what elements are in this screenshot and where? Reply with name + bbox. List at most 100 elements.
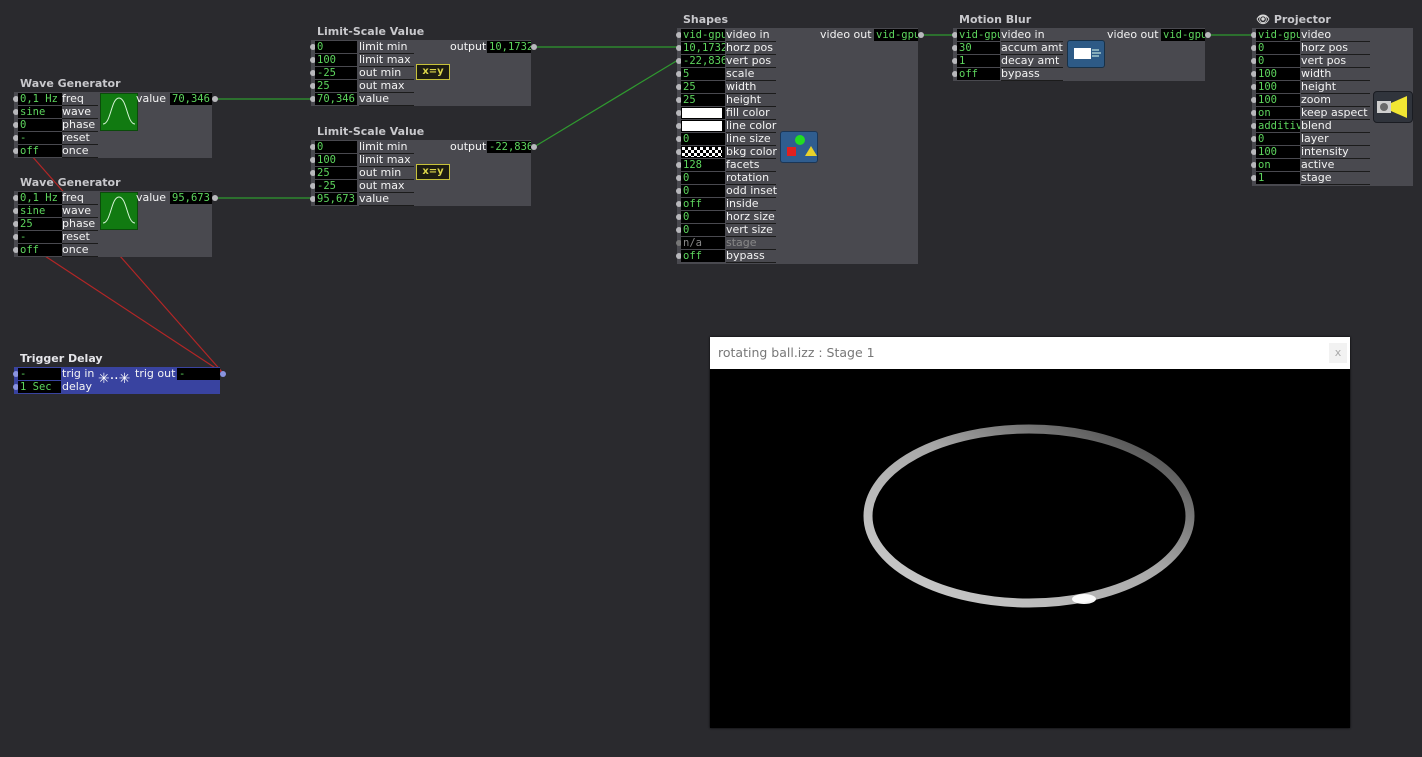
line-color-swatch bbox=[682, 121, 722, 131]
stage-window[interactable]: rotating ball.izz : Stage 1 x bbox=[710, 337, 1350, 728]
stage-value[interactable]: 1 bbox=[1256, 172, 1300, 184]
output-port[interactable] bbox=[212, 195, 218, 201]
stage-titlebar[interactable]: rotating ball.izz : Stage 1 x bbox=[710, 337, 1350, 369]
out-min-value[interactable]: 25 bbox=[315, 167, 357, 179]
actor-title: Wave Generator bbox=[20, 176, 121, 189]
vert-pos-value[interactable]: 0 bbox=[1256, 55, 1300, 67]
inside-value[interactable]: off bbox=[681, 198, 725, 210]
output-port[interactable] bbox=[531, 144, 537, 150]
height-value[interactable]: 25 bbox=[681, 94, 725, 106]
value-label: value bbox=[359, 193, 414, 206]
stage-value[interactable]: n/a bbox=[681, 237, 725, 249]
wire-limit2-to-shapes-vert[interactable] bbox=[533, 59, 679, 148]
layer-value[interactable]: 0 bbox=[1256, 133, 1300, 145]
output-value: 70,346 bbox=[170, 93, 212, 105]
sine-wave-icon bbox=[100, 93, 138, 131]
bkg-color-value[interactable] bbox=[681, 146, 725, 158]
wave-value[interactable]: sine bbox=[18, 106, 62, 118]
active-value[interactable]: on bbox=[1256, 159, 1300, 171]
trig-in-value[interactable]: - bbox=[18, 368, 61, 380]
freq-value[interactable]: 0,1 Hz bbox=[18, 192, 62, 204]
width-value[interactable]: 25 bbox=[681, 81, 725, 93]
projector-actor[interactable]: 👁 Projector vid-gpu video 0 horz pos 0 vert… bbox=[1251, 13, 1413, 186]
bypass-value[interactable]: off bbox=[957, 68, 1000, 80]
output-label: value bbox=[136, 92, 167, 105]
freq-value[interactable]: 0,1 Hz bbox=[18, 93, 62, 105]
sine-wave-icon bbox=[100, 192, 138, 230]
keep-aspect-value[interactable]: on bbox=[1256, 107, 1300, 119]
output-port[interactable] bbox=[1205, 32, 1211, 38]
value-input[interactable]: 95,673 bbox=[315, 193, 357, 205]
wave-generator-actor-1[interactable]: Wave Generator 0,1 Hz freq sine wave 0 phas… bbox=[13, 77, 218, 158]
wave-value[interactable]: sine bbox=[18, 205, 62, 217]
actor-title: Shapes bbox=[683, 13, 729, 26]
output-label: video out bbox=[820, 28, 872, 41]
limit-max-value[interactable]: 100 bbox=[315, 154, 357, 166]
once-value[interactable]: off bbox=[18, 145, 62, 157]
video-value[interactable]: vid-gpu bbox=[1256, 29, 1300, 41]
wave-generator-actor-2[interactable]: Wave Generator 0,1 Hz freq sine wave 25 pha… bbox=[13, 176, 218, 257]
motion-blur-actor[interactable]: Motion Blur vid-gpu video in 30 accum amt … bbox=[952, 13, 1211, 81]
rotation-value[interactable]: 0 bbox=[681, 172, 725, 184]
once-label: once bbox=[62, 244, 98, 257]
once-label: once bbox=[62, 145, 98, 158]
output-port[interactable] bbox=[212, 96, 218, 102]
output-label: video out bbox=[1107, 28, 1159, 41]
trigger-delay-actor[interactable]: Trigger Delay - trig in 1 Sec delay ✳··✳ t… bbox=[13, 352, 226, 394]
shapes-icon bbox=[780, 131, 818, 163]
output-value: 95,673 bbox=[170, 192, 212, 204]
out-max-value[interactable]: 25 bbox=[315, 80, 357, 92]
value-input[interactable]: 70,346 bbox=[315, 93, 357, 105]
close-button[interactable]: x bbox=[1329, 343, 1347, 363]
ring-shape bbox=[863, 424, 1195, 608]
output-port[interactable] bbox=[220, 371, 226, 377]
scale-function-icon: x=y bbox=[416, 64, 450, 80]
fill-color-value[interactable] bbox=[681, 107, 725, 119]
bypass-value[interactable]: off bbox=[681, 250, 725, 262]
stage-title: rotating ball.izz : Stage 1 bbox=[718, 345, 875, 360]
phase-value[interactable]: 0 bbox=[18, 119, 62, 131]
limit-max-value[interactable]: 100 bbox=[315, 54, 357, 66]
decay-amt-value[interactable]: 1 bbox=[957, 55, 1000, 67]
delay-spark-icon: ✳··✳ bbox=[98, 371, 131, 387]
output-port[interactable] bbox=[531, 44, 537, 50]
odd-inset-value[interactable]: 0 bbox=[681, 185, 725, 197]
limit-scale-actor-2[interactable]: Limit-Scale Value 0 limit min 100 limit ma… bbox=[310, 125, 537, 206]
limit-min-value[interactable]: 0 bbox=[315, 141, 357, 153]
value-label: value bbox=[359, 93, 414, 106]
actor-title: Limit-Scale Value bbox=[317, 25, 425, 38]
limit-scale-actor-1[interactable]: Limit-Scale Value 0 limit min 100 limit ma… bbox=[310, 25, 537, 106]
out-max-value[interactable]: -25 bbox=[315, 180, 357, 192]
blend-value[interactable]: additive bbox=[1256, 120, 1300, 132]
vert-pos-value[interactable]: -22,836 bbox=[681, 55, 725, 67]
horz-pos-value[interactable]: 10,1732 bbox=[681, 42, 725, 54]
output-port[interactable] bbox=[918, 32, 924, 38]
scale-value[interactable]: 5 bbox=[681, 68, 725, 80]
video-in-value[interactable]: vid-gpu bbox=[957, 29, 1000, 41]
reset-value[interactable]: - bbox=[18, 231, 62, 243]
accum-amt-value[interactable]: 30 bbox=[957, 42, 1000, 54]
horz-size-value[interactable]: 0 bbox=[681, 211, 725, 223]
line-color-value[interactable] bbox=[681, 120, 725, 132]
shapes-actor[interactable]: Shapes vid-gpu video in 10,1732 horz pos -… bbox=[676, 13, 924, 264]
once-value[interactable]: off bbox=[18, 244, 62, 256]
out-min-value[interactable]: -25 bbox=[315, 67, 357, 79]
vert-size-value[interactable]: 0 bbox=[681, 224, 725, 236]
video-in-value[interactable]: vid-gpu bbox=[681, 29, 725, 41]
phase-value[interactable]: 25 bbox=[18, 218, 62, 230]
limit-min-value[interactable]: 0 bbox=[315, 41, 357, 53]
intensity-value[interactable]: 100 bbox=[1256, 146, 1300, 158]
zoom-value[interactable]: 100 bbox=[1256, 94, 1300, 106]
output-value: 10,1732 bbox=[487, 41, 531, 53]
eye-icon[interactable]: 👁 bbox=[1256, 13, 1270, 26]
bypass-label: bypass bbox=[1001, 68, 1063, 81]
delay-value[interactable]: 1 Sec bbox=[18, 381, 61, 393]
facets-value[interactable]: 128 bbox=[681, 159, 725, 171]
actor-title: Wave Generator bbox=[20, 77, 121, 90]
stage-label: stage bbox=[1301, 172, 1370, 185]
horz-pos-value[interactable]: 0 bbox=[1256, 42, 1300, 54]
height-value[interactable]: 100 bbox=[1256, 81, 1300, 93]
width-value[interactable]: 100 bbox=[1256, 68, 1300, 80]
reset-value[interactable]: - bbox=[18, 132, 62, 144]
line-size-value[interactable]: 0 bbox=[681, 133, 725, 145]
